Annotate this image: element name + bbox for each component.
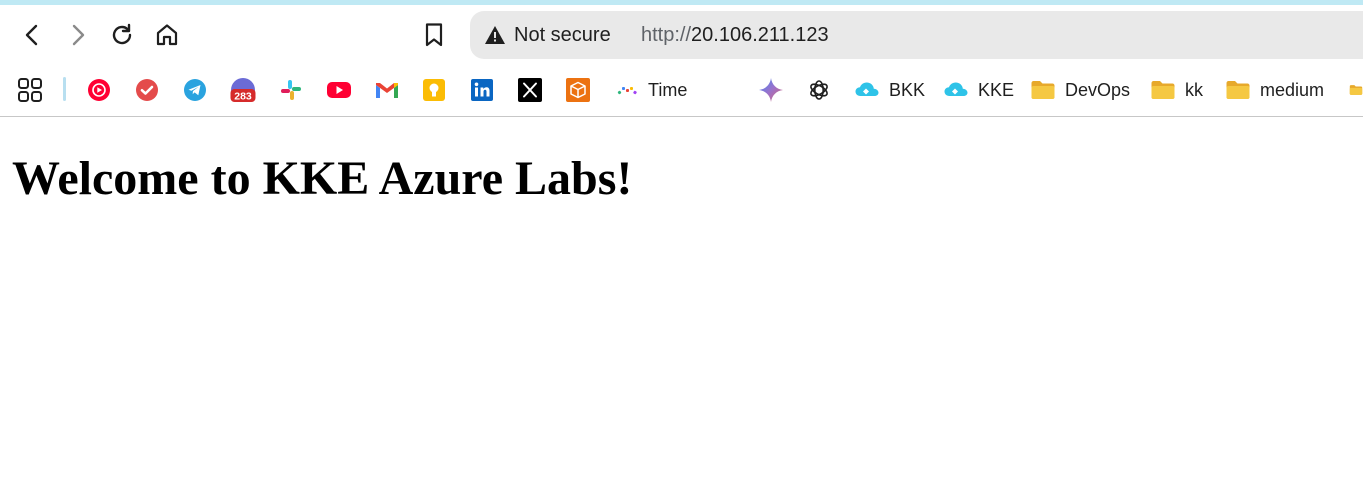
time-icon — [617, 87, 637, 95]
package-icon — [566, 78, 590, 102]
bookmark-folder-overflow[interactable] — [1349, 76, 1363, 104]
warning-icon — [485, 26, 505, 44]
bookmark-icon — [425, 23, 443, 47]
bookmark-label: BKK — [889, 79, 926, 100]
folder-icon — [1031, 81, 1055, 99]
home-icon — [156, 24, 178, 46]
folder-icon — [1226, 81, 1250, 99]
bookmark-gmail[interactable] — [374, 76, 400, 104]
cloud-icon — [944, 82, 968, 96]
x-icon — [518, 78, 542, 102]
bookmark-label: KKE — [978, 79, 1015, 100]
bookmark-label: Time — [648, 79, 688, 100]
cloud-icon — [855, 82, 879, 96]
back-icon — [25, 24, 38, 46]
bookmark-chatgpt[interactable] — [807, 76, 831, 104]
bookmark-telegram[interactable] — [183, 76, 207, 104]
bookmark-bkk[interactable]: BKK — [854, 76, 925, 104]
bookmark-label: kk — [1185, 79, 1203, 100]
bookmark-folder-devops[interactable]: DevOps — [1030, 76, 1130, 104]
bookmark-youtube-music[interactable] — [87, 76, 111, 104]
apps-grid-icon — [18, 78, 42, 102]
calendar-badge: 283 — [234, 91, 252, 103]
folder-icon — [1349, 85, 1363, 95]
url-scheme: http:// — [641, 24, 692, 46]
bookmark-linkedin[interactable] — [470, 76, 494, 104]
linkedin-icon — [471, 79, 493, 101]
bookmark-keep[interactable] — [422, 76, 446, 104]
folder-icon — [1151, 81, 1175, 99]
url-text[interactable]: http://20.106.211.123 — [641, 24, 829, 47]
url-host: 20.106.211.123 — [691, 24, 829, 46]
bookmark-label: medium — [1260, 79, 1325, 100]
bookmarks-divider — [63, 77, 66, 101]
page-heading: Welcome to KKE Azure Labs! — [12, 152, 633, 205]
forward-icon — [72, 24, 85, 46]
bookmark-folder-kk[interactable]: kk — [1150, 76, 1203, 104]
back-button[interactable] — [17, 19, 49, 51]
bookmark-page-button[interactable] — [418, 19, 450, 51]
bookmark-time[interactable]: Time — [615, 76, 687, 104]
home-button[interactable] — [151, 19, 183, 51]
browser-toolbar: Not secure http://20.106.211.123 — [0, 5, 1363, 67]
bookmark-x[interactable] — [518, 76, 542, 104]
page-content: Welcome to KKE Azure Labs! — [0, 117, 1363, 498]
todoist-icon — [136, 79, 158, 101]
reload-button[interactable] — [106, 19, 138, 51]
bookmark-label: DevOps — [1065, 79, 1131, 100]
bookmark-calendar[interactable]: 283 — [230, 76, 256, 104]
reload-icon — [112, 23, 132, 45]
bookmark-folder-medium[interactable]: medium — [1225, 76, 1324, 104]
gmail-icon — [376, 83, 398, 98]
telegram-icon — [184, 79, 206, 101]
youtube-icon — [327, 82, 351, 98]
bookmark-todoist[interactable] — [135, 76, 159, 104]
calendar-icon: 283 — [230, 78, 256, 103]
security-chip[interactable]: Not secure — [484, 21, 611, 49]
gemini-icon — [759, 78, 783, 102]
youtube-music-icon — [88, 79, 110, 101]
bookmarks-bar: 283 Time BKK KKE DevOps kk medium — [0, 67, 1363, 117]
chatgpt-icon — [810, 80, 828, 100]
security-label: Not secure — [514, 23, 611, 46]
bookmark-youtube[interactable] — [326, 76, 352, 104]
forward-button[interactable] — [61, 19, 93, 51]
bookmark-slack[interactable] — [279, 76, 303, 104]
bookmark-gemini[interactable] — [758, 76, 784, 104]
bookmark-kke[interactable]: KKE — [943, 76, 1014, 104]
bookmark-package[interactable] — [566, 76, 590, 104]
slack-icon — [281, 80, 301, 100]
apps-button[interactable] — [17, 76, 43, 104]
address-bar[interactable]: Not secure http://20.106.211.123 — [470, 11, 1363, 59]
keep-icon — [423, 79, 445, 101]
